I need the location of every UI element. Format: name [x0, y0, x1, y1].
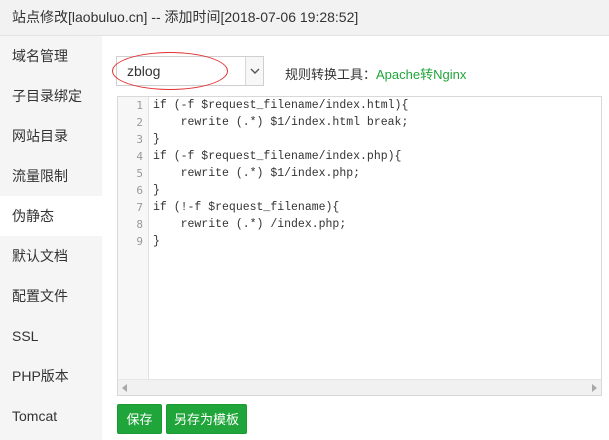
sidebar-item-domain[interactable]: 域名管理: [0, 36, 102, 76]
code-line: rewrite (.*) $1/index.php;: [153, 167, 361, 180]
save-button[interactable]: 保存: [117, 404, 162, 434]
sidebar-item-label: 流量限制: [12, 168, 68, 184]
line-number: 7: [136, 201, 143, 214]
line-number: 3: [136, 133, 143, 146]
line-number: 1: [136, 99, 143, 112]
code-line: rewrite (.*) /index.php;: [153, 218, 347, 231]
sidebar-item-ssl[interactable]: SSL: [0, 316, 102, 356]
code-line: if (-f $request_filename/index.html){: [153, 99, 409, 112]
rewrite-panel: zblog 规则转换工具：Apache转Nginx 1 2 3 4 5 6 7 …: [102, 36, 609, 440]
code-line: if (!-f $request_filename){: [153, 201, 340, 214]
sidebar-item-label: 网站目录: [12, 128, 68, 144]
code-line: }: [153, 235, 160, 248]
line-number: 6: [136, 184, 143, 197]
code-content[interactable]: if (-f $request_filename/index.html){ re…: [153, 97, 408, 250]
save-as-template-button[interactable]: 另存为模板: [166, 404, 247, 434]
window-title: 站点修改[laobuluo.cn] -- 添加时间[2018-07-06 19:…: [0, 0, 609, 36]
code-line: rewrite (.*) $1/index.html break;: [153, 116, 409, 129]
sidebar-item-site-directory[interactable]: 网站目录: [0, 116, 102, 156]
sidebar-item-php-version[interactable]: PHP版本: [0, 356, 102, 396]
sidebar-item-label: 配置文件: [12, 288, 68, 304]
horizontal-scrollbar[interactable]: [118, 379, 601, 395]
rewrite-code-editor[interactable]: 1 2 3 4 5 6 7 8 9 if (-f $request_filena…: [117, 96, 602, 396]
conversion-tool-row: 规则转换工具：Apache转Nginx: [285, 64, 466, 83]
sidebar-item-label: 子目录绑定: [12, 88, 82, 104]
sidebar: 域名管理 子目录绑定 网站目录 流量限制 伪静态 默认文档 配置文件 SSL P…: [0, 36, 102, 440]
sidebar-item-label: 伪静态: [12, 208, 54, 224]
line-number: 5: [136, 167, 143, 180]
line-number-gutter: 1 2 3 4 5 6 7 8 9: [118, 97, 149, 379]
apache-to-nginx-link[interactable]: Apache转Nginx: [376, 67, 466, 82]
line-number: 9: [136, 235, 143, 248]
sidebar-item-label: 域名管理: [12, 48, 68, 64]
conversion-tool-label: 规则转换工具：: [285, 67, 377, 82]
rewrite-template-select[interactable]: zblog: [116, 56, 264, 86]
scroll-right-icon[interactable]: [592, 384, 597, 392]
sidebar-item-label: 默认文档: [12, 248, 68, 264]
line-number: 2: [136, 116, 143, 129]
line-number: 4: [136, 150, 143, 163]
sidebar-item-tomcat[interactable]: Tomcat: [0, 396, 102, 436]
line-number: 8: [136, 218, 143, 231]
sidebar-item-label: SSL: [12, 328, 39, 344]
code-line: }: [153, 133, 160, 146]
sidebar-item-config-file[interactable]: 配置文件: [0, 276, 102, 316]
code-line: if (-f $request_filename/index.php){: [153, 150, 402, 163]
sidebar-item-label: PHP版本: [12, 368, 69, 384]
select-value: zblog: [127, 63, 161, 79]
sidebar-item-rewrite[interactable]: 伪静态: [0, 196, 102, 236]
sidebar-item-default-document[interactable]: 默认文档: [0, 236, 102, 276]
code-line: }: [153, 184, 160, 197]
sidebar-item-label: Tomcat: [12, 408, 58, 424]
sidebar-item-subdirectory[interactable]: 子目录绑定: [0, 76, 102, 116]
chevron-down-icon[interactable]: [245, 57, 263, 85]
sidebar-item-traffic-limit[interactable]: 流量限制: [0, 156, 102, 196]
scroll-left-icon[interactable]: [122, 384, 127, 392]
